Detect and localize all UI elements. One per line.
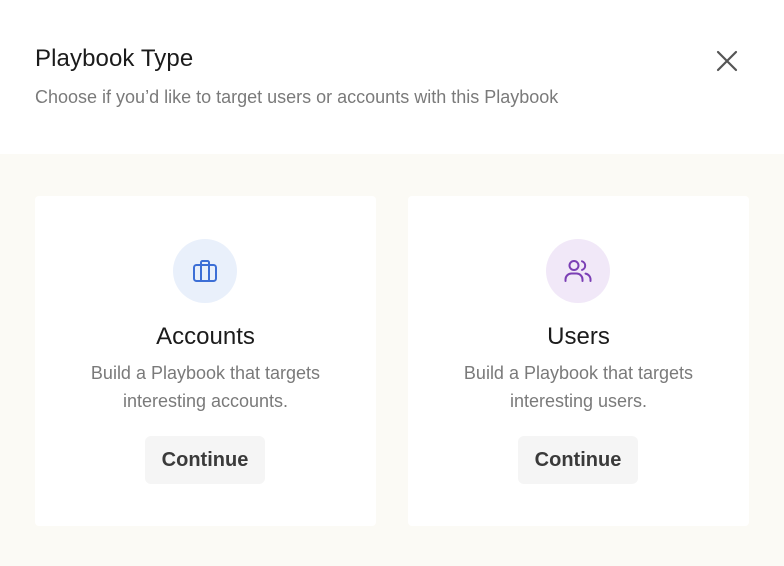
accounts-card-title: Accounts xyxy=(156,323,255,350)
users-continue-button[interactable]: Continue xyxy=(518,436,638,484)
playbook-type-modal: Playbook Type Choose if you’d like to ta… xyxy=(0,0,784,566)
modal-body: Accounts Build a Playbook that targets i… xyxy=(0,154,784,566)
accounts-continue-button[interactable]: Continue xyxy=(145,436,265,484)
users-icon xyxy=(564,260,592,282)
accounts-card[interactable]: Accounts Build a Playbook that targets i… xyxy=(35,196,376,526)
close-icon xyxy=(716,50,738,72)
close-button[interactable] xyxy=(709,43,745,79)
modal-header: Playbook Type Choose if you’d like to ta… xyxy=(0,0,784,154)
accounts-icon-circle xyxy=(173,239,237,303)
users-card-title: Users xyxy=(547,323,610,350)
users-icon-circle xyxy=(546,239,610,303)
modal-title: Playbook Type xyxy=(35,45,194,72)
modal-subtitle: Choose if you’d like to target users or … xyxy=(35,87,559,107)
users-card-description: Build a Playbook that targets interestin… xyxy=(463,363,694,411)
briefcase-icon xyxy=(193,260,217,282)
accounts-card-description: Build a Playbook that targets interestin… xyxy=(90,363,321,411)
users-card[interactable]: Users Build a Playbook that targets inte… xyxy=(408,196,749,526)
